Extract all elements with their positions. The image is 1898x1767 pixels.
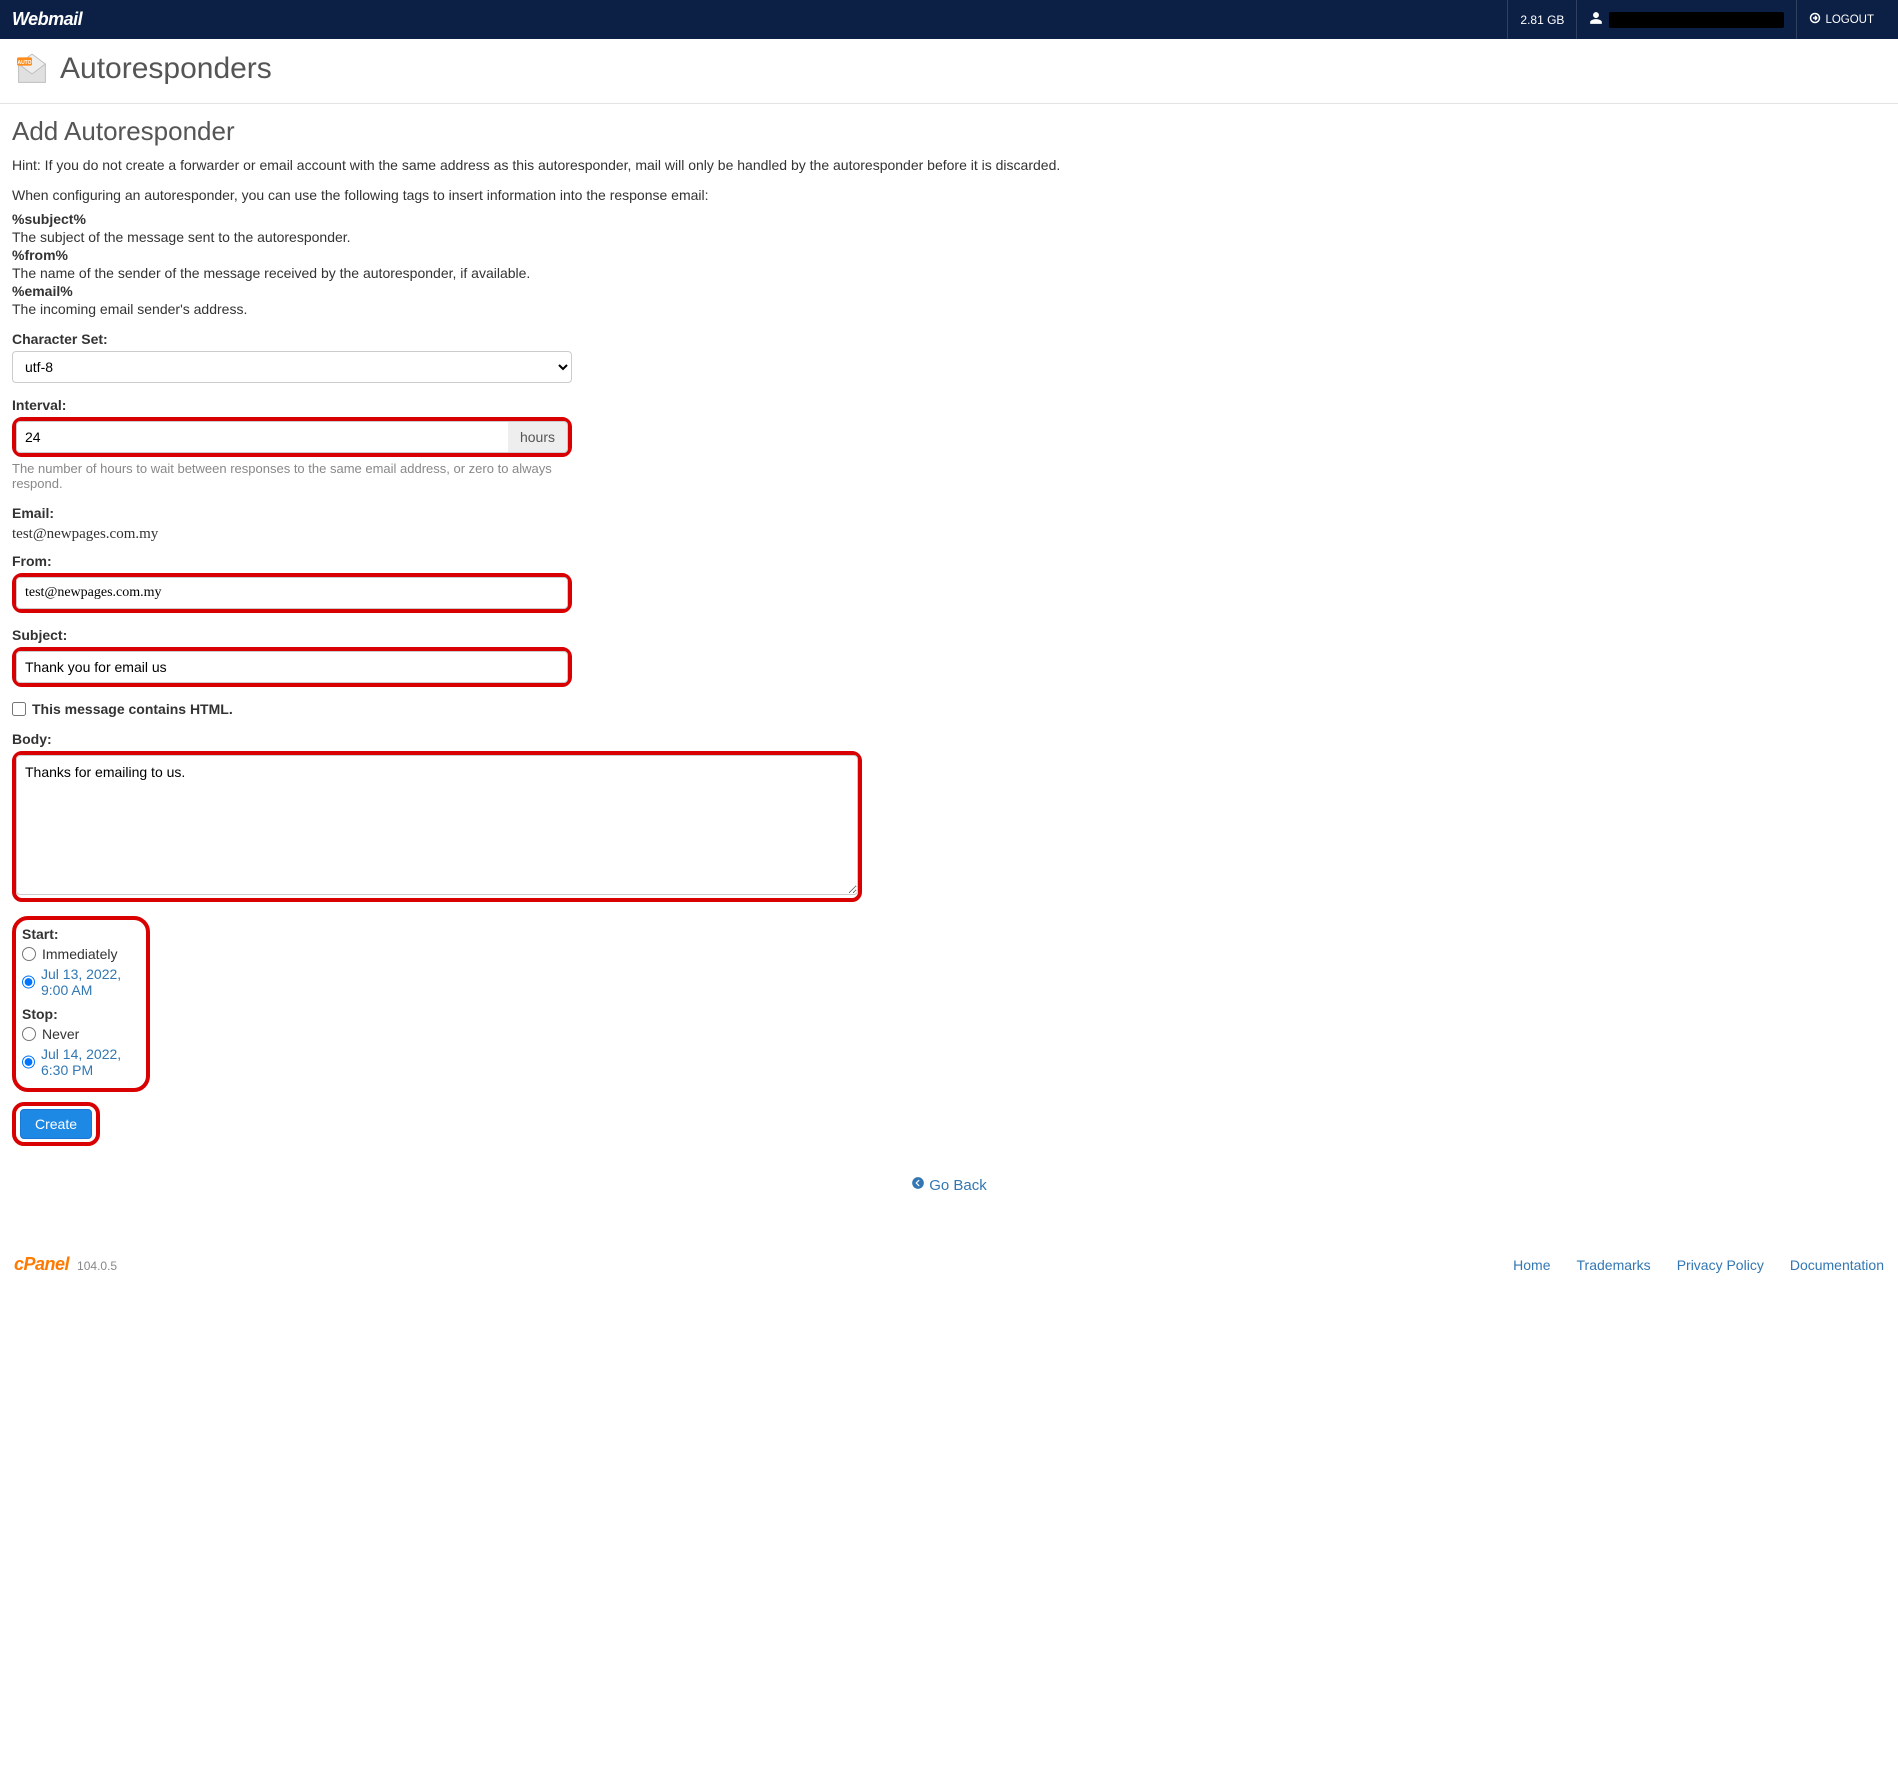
section-title: Add Autoresponder [12, 116, 1886, 147]
hint-text: Hint: If you do not create a forwarder o… [12, 157, 1886, 173]
footer-home-link[interactable]: Home [1513, 1257, 1550, 1273]
body-highlight [12, 751, 862, 902]
html-checkbox-line[interactable]: This message contains HTML. [12, 701, 1886, 717]
from-highlight [12, 573, 572, 613]
tag-from-name: %from% [12, 247, 68, 263]
stop-never-radio[interactable] [22, 1027, 36, 1041]
go-back-icon [911, 1176, 925, 1194]
logout-button[interactable]: LOGOUT [1796, 0, 1886, 39]
body-label: Body: [12, 731, 862, 747]
go-back-link[interactable]: Go Back [12, 1146, 1886, 1206]
email-label: Email: [12, 505, 572, 521]
start-custom-date[interactable]: Jul 13, 2022, 9:00 AM [41, 966, 140, 998]
stop-custom-date[interactable]: Jul 14, 2022, 6:30 PM [41, 1046, 140, 1078]
stop-label: Stop: [22, 1006, 140, 1022]
stop-never-label: Never [42, 1026, 79, 1042]
start-custom-radio[interactable] [22, 975, 35, 989]
app-logo[interactable]: Webmail [12, 9, 82, 30]
user-email-redacted [1609, 12, 1784, 28]
footer-trademarks-link[interactable]: Trademarks [1577, 1257, 1651, 1273]
footer-privacy-link[interactable]: Privacy Policy [1677, 1257, 1764, 1273]
logout-icon [1809, 12, 1821, 27]
subject-highlight [12, 647, 572, 687]
from-label: From: [12, 553, 572, 569]
subject-input[interactable] [16, 651, 568, 683]
tags-description: %subject% The subject of the message sen… [12, 211, 1886, 317]
tag-email-desc: The incoming email sender's address. [12, 301, 1886, 317]
stop-custom-line[interactable]: Jul 14, 2022, 6:30 PM [22, 1046, 140, 1078]
cpanel-logo: cPanel [14, 1254, 69, 1275]
autoresponder-icon: AUTO [12, 49, 52, 89]
tag-from-desc: The name of the sender of the message re… [12, 265, 1886, 281]
email-value: test@newpages.com.my [12, 526, 198, 543]
interval-input[interactable] [16, 421, 508, 453]
html-checkbox[interactable] [12, 702, 26, 716]
page-title: Autoresponders [60, 52, 272, 86]
startstop-highlight: Start: Immediately Jul 13, 2022, 9:00 AM… [12, 916, 150, 1092]
start-label: Start: [22, 926, 140, 942]
tag-subject-desc: The subject of the message sent to the a… [12, 229, 1886, 245]
user-menu[interactable] [1576, 0, 1796, 39]
from-input[interactable] [16, 577, 568, 609]
storage-size: 2.81 GB [1507, 0, 1576, 39]
start-immediately-label: Immediately [42, 946, 117, 962]
subject-label: Subject: [12, 627, 572, 643]
user-icon [1589, 11, 1603, 28]
html-checkbox-label: This message contains HTML. [32, 701, 233, 717]
start-custom-line[interactable]: Jul 13, 2022, 9:00 AM [22, 966, 140, 998]
create-button[interactable]: Create [20, 1109, 92, 1139]
interval-label: Interval: [12, 397, 572, 413]
go-back-label: Go Back [929, 1177, 987, 1194]
tag-email-name: %email% [12, 283, 73, 299]
logout-label: LOGOUT [1825, 14, 1874, 26]
topbar: Webmail 2.81 GB LOGOUT [0, 0, 1898, 39]
stop-custom-radio[interactable] [22, 1055, 35, 1069]
footer: cPanel 104.0.5 Home Trademarks Privacy P… [0, 1236, 1898, 1315]
interval-unit: hours [508, 421, 568, 453]
svg-text:AUTO: AUTO [17, 60, 31, 66]
cpanel-version: 104.0.5 [77, 1259, 117, 1273]
start-immediately-radio[interactable] [22, 947, 36, 961]
charset-select[interactable]: utf-8 [12, 351, 572, 383]
create-highlight: Create [12, 1102, 100, 1146]
stop-never-line[interactable]: Never [22, 1026, 140, 1042]
tags-intro: When configuring an autoresponder, you c… [12, 187, 1886, 203]
body-textarea[interactable] [16, 755, 858, 895]
charset-label: Character Set: [12, 331, 572, 347]
tag-subject-name: %subject% [12, 211, 86, 227]
interval-help: The number of hours to wait between resp… [12, 461, 572, 491]
interval-highlight: hours [12, 417, 572, 457]
page-header: AUTO Autoresponders [0, 39, 1898, 104]
start-immediately-line[interactable]: Immediately [22, 946, 140, 962]
footer-docs-link[interactable]: Documentation [1790, 1257, 1884, 1273]
